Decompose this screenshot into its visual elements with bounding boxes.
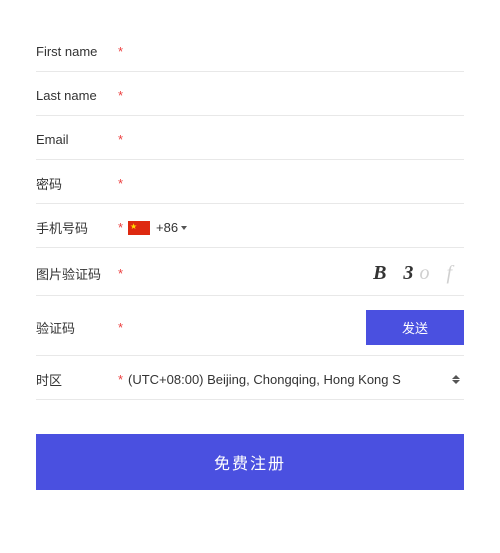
captcha-text-strong: B 3 <box>373 262 419 284</box>
email-row: Email * <box>36 116 464 160</box>
required-marker: * <box>118 88 128 103</box>
last-name-input[interactable] <box>128 88 464 103</box>
required-marker: * <box>118 320 128 335</box>
sms-code-input[interactable] <box>128 320 366 335</box>
sort-icon <box>452 375 460 384</box>
password-input[interactable] <box>128 176 464 191</box>
first-name-label: First name <box>36 44 114 59</box>
sms-code-input-area <box>128 320 366 335</box>
required-marker: * <box>118 266 128 281</box>
last-name-row: Last name * <box>36 72 464 116</box>
captcha-label: 图片验证码 <box>36 264 114 283</box>
timezone-label: 时区 <box>36 370 114 389</box>
email-label: Email <box>36 132 114 147</box>
password-row: 密码 * <box>36 160 464 204</box>
last-name-label: Last name <box>36 88 114 103</box>
captcha-row: 图片验证码 * B 3o f <box>36 248 464 296</box>
required-marker: * <box>118 176 128 191</box>
email-input-area <box>128 132 464 147</box>
sms-code-row: 验证码 * 发送 <box>36 296 464 356</box>
phone-label: 手机号码 <box>36 218 114 237</box>
dial-code-text: +86 <box>156 220 178 235</box>
chevron-down-icon <box>181 226 187 230</box>
password-label: 密码 <box>36 174 114 193</box>
submit-button[interactable]: 免费注册 <box>36 434 464 490</box>
phone-input-area: +86 <box>128 220 464 235</box>
required-marker: * <box>118 44 128 59</box>
email-input[interactable] <box>128 132 464 147</box>
required-marker: * <box>118 132 128 147</box>
send-code-button[interactable]: 发送 <box>366 310 464 345</box>
password-input-area <box>128 176 464 191</box>
china-flag-icon <box>128 221 150 235</box>
timezone-select-wrap: (UTC+08:00) Beijing, Chongqing, Hong Kon… <box>128 372 464 387</box>
sms-code-label: 验证码 <box>36 318 114 337</box>
first-name-input[interactable] <box>128 44 464 59</box>
captcha-input[interactable] <box>128 266 373 281</box>
registration-form: First name * Last name * Email * 密码 * <box>36 28 464 490</box>
captcha-input-area <box>128 266 373 281</box>
last-name-input-area <box>128 88 464 103</box>
required-marker: * <box>118 220 128 235</box>
first-name-row: First name * <box>36 28 464 72</box>
dial-code-selector[interactable]: +86 <box>156 220 187 235</box>
required-marker: * <box>118 372 128 387</box>
timezone-row: 时区 * (UTC+08:00) Beijing, Chongqing, Hon… <box>36 356 464 400</box>
captcha-image[interactable]: B 3o f <box>373 262 464 285</box>
timezone-select[interactable]: (UTC+08:00) Beijing, Chongqing, Hong Kon… <box>128 372 464 387</box>
first-name-input-area <box>128 44 464 59</box>
phone-row: 手机号码 * +86 <box>36 204 464 248</box>
captcha-text-faint: o f <box>419 262 458 284</box>
